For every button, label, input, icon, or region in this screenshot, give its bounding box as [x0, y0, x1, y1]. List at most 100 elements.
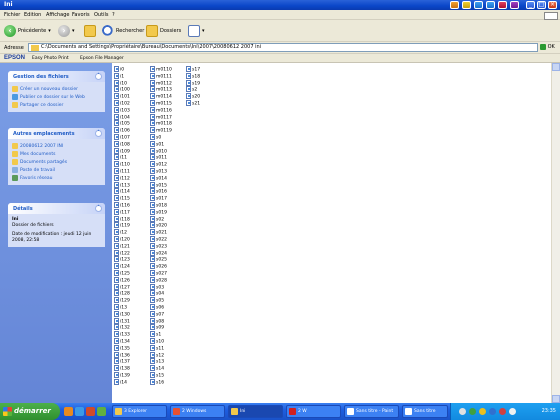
- system-tray: 23:35: [450, 403, 560, 420]
- file-name: i14: [120, 380, 127, 386]
- vertical-scrollbar[interactable]: [551, 63, 560, 403]
- file-name: s1: [156, 332, 162, 338]
- back-button[interactable]: ‹ Précédente ▾: [4, 24, 51, 38]
- close-button[interactable]: ×: [548, 1, 557, 9]
- desktop-icon[interactable]: [97, 407, 106, 416]
- menu-tools[interactable]: Outils: [94, 12, 108, 18]
- go-button[interactable]: OK: [540, 43, 556, 52]
- search-button[interactable]: Rechercher: [102, 24, 144, 38]
- firefox-icon[interactable]: [64, 407, 73, 416]
- publish-web-link[interactable]: Publier ce dossier sur le Web: [12, 93, 101, 101]
- menu-edit[interactable]: Edition: [24, 12, 41, 18]
- globe-icon: [12, 94, 18, 100]
- collapse-icon[interactable]: ˄: [95, 205, 102, 212]
- collapse-icon[interactable]: ˄: [95, 130, 102, 137]
- file-tasks-header[interactable]: Gestion des fichiers ˄: [8, 71, 105, 82]
- menu-help[interactable]: ?: [112, 12, 115, 18]
- start-button[interactable]: démarrer: [0, 403, 60, 420]
- ini-file-icon: [150, 317, 155, 324]
- file-name: i124: [120, 264, 130, 270]
- file-name: i128: [120, 291, 130, 297]
- tray-icon[interactable]: [499, 408, 506, 415]
- menu-file[interactable]: Fichier: [4, 12, 20, 18]
- network-places-link[interactable]: Favoris réseau: [12, 174, 101, 182]
- collapse-icon[interactable]: ˄: [95, 73, 102, 80]
- scroll-down-arrow[interactable]: [552, 395, 560, 403]
- parent-folder-link[interactable]: 20080612 2007 INI: [12, 142, 101, 150]
- globe-icon[interactable]: [474, 1, 483, 9]
- ini-file-icon: [114, 66, 119, 72]
- ini-file-icon: [186, 66, 191, 72]
- ie-icon[interactable]: [75, 407, 84, 416]
- tray-icon[interactable]: [509, 408, 516, 415]
- views-button[interactable]: ▾: [188, 24, 205, 38]
- ini-file-icon: [150, 242, 155, 249]
- file-name: s015: [156, 183, 167, 189]
- tray-icon[interactable]: [469, 408, 476, 415]
- task-pane: Gestion des fichiers ˄ Créer un nouveau …: [0, 63, 112, 403]
- folders-button[interactable]: Dossiers: [146, 24, 181, 38]
- file-name: s021: [156, 230, 167, 236]
- file-item[interactable]: s16: [150, 378, 184, 386]
- details-header[interactable]: Détails ˄: [8, 203, 105, 214]
- ini-file-icon: [150, 229, 155, 236]
- menu-view[interactable]: Affichage: [46, 12, 70, 18]
- file-name: i134: [120, 339, 130, 345]
- purple-app-icon[interactable]: [510, 1, 519, 9]
- ini-file-icon: [150, 358, 155, 365]
- tray-icon[interactable]: [479, 408, 486, 415]
- address-input[interactable]: C:\Documents and Settings\Propriétaire\B…: [28, 43, 538, 52]
- tray-icon[interactable]: [489, 408, 496, 415]
- ini-file-icon: [114, 270, 119, 276]
- my-documents-link[interactable]: Mes documents: [12, 150, 101, 158]
- ini-file-icon: [114, 120, 119, 127]
- file-name: s03: [156, 285, 165, 291]
- ini-file-icon: [150, 93, 155, 100]
- file-item[interactable]: i14: [114, 378, 148, 386]
- share-folder-link[interactable]: Partager ce dossier: [12, 101, 101, 109]
- network-icon[interactable]: [486, 1, 495, 9]
- details-title: Détails: [13, 206, 33, 212]
- file-name: s013: [156, 169, 167, 175]
- app-icon: [289, 408, 296, 415]
- shared-documents-link[interactable]: Documents partagés: [12, 158, 101, 166]
- file-tasks-panel: Gestion des fichiers ˄ Créer un nouveau …: [8, 71, 105, 112]
- other-places-panel: Autres emplacements ˄ 20080612 2007 INI …: [8, 128, 105, 185]
- media-player-icon[interactable]: [86, 407, 95, 416]
- my-computer-label: Poste de travail: [20, 167, 55, 173]
- task-windows[interactable]: 2 Windows: [170, 405, 225, 418]
- forward-button[interactable]: › ▾: [58, 24, 75, 38]
- chevron-down-icon[interactable]: ▾: [72, 28, 75, 34]
- red-app-icon[interactable]: [498, 1, 507, 9]
- new-folder-link[interactable]: Créer un nouveau dossier: [12, 85, 101, 93]
- epson-file-manager-button[interactable]: Epson File Manager: [80, 56, 124, 61]
- task-paint[interactable]: Sans titre - Paint: [344, 405, 399, 418]
- file-name: i106: [120, 128, 130, 134]
- chevron-down-icon[interactable]: ▾: [202, 28, 205, 34]
- task-w[interactable]: 2 W: [286, 405, 341, 418]
- go-arrow-icon: [540, 43, 546, 50]
- new-folder-icon: [12, 86, 18, 92]
- file-item[interactable]: s21: [186, 100, 220, 107]
- task-explorer[interactable]: 3 Explorer: [112, 405, 167, 418]
- tray-icon[interactable]: [459, 408, 466, 415]
- chevron-down-icon[interactable]: ▾: [48, 28, 51, 34]
- task-ini[interactable]: Ini: [228, 405, 283, 418]
- windows-logo-icon: [3, 407, 12, 416]
- scroll-up-arrow[interactable]: [552, 63, 560, 71]
- easy-photo-print-button[interactable]: Easy Photo Print: [32, 56, 69, 61]
- ini-file-icon: [150, 270, 155, 276]
- file-name: i112: [120, 176, 130, 182]
- task-untitled[interactable]: Sans titre: [402, 405, 448, 418]
- task-paint-label: Sans titre - Paint: [356, 409, 394, 414]
- my-computer-link[interactable]: Poste de travail: [12, 166, 101, 174]
- media-icon[interactable]: [450, 1, 459, 9]
- ini-file-icon: [114, 188, 119, 195]
- file-name: m0111: [156, 74, 172, 80]
- menu-favorites[interactable]: Favoris: [72, 12, 90, 18]
- folder-sync-icon[interactable]: [462, 1, 471, 9]
- other-places-header[interactable]: Autres emplacements ˄: [8, 128, 105, 139]
- minimize-button[interactable]: _: [526, 1, 535, 9]
- up-button[interactable]: [84, 24, 98, 38]
- maximize-button[interactable]: □: [537, 1, 546, 9]
